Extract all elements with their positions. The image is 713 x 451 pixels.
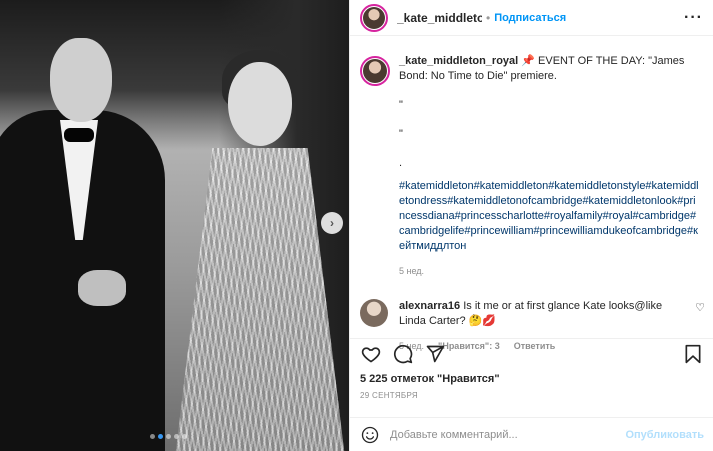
follow-button[interactable]: Подписаться (494, 12, 566, 24)
photo-man-hands (78, 270, 126, 306)
caption-username[interactable]: _kate_middleton_royal (399, 55, 518, 67)
commenter-username[interactable]: alexnarra16 (399, 300, 460, 312)
more-options-icon[interactable]: ··· (684, 9, 703, 27)
emoji-icon[interactable] (360, 425, 380, 445)
author-avatar[interactable] (360, 3, 388, 32)
comment-input[interactable] (390, 428, 620, 441)
commenter-avatar[interactable] (360, 299, 388, 327)
caption-line: . (399, 157, 403, 169)
pin-icon: 📌 (521, 55, 535, 67)
photo-woman-head (228, 62, 292, 146)
post-side-panel: _kate_middleton_ro • Подписаться ··· _ka… (349, 0, 713, 451)
heart-icon[interactable] (360, 343, 382, 365)
carousel-dot (174, 434, 179, 439)
carousel-dot (166, 434, 171, 439)
publish-button[interactable]: Опубликовать (625, 429, 704, 441)
post-caption: _kate_middleton_royal 📌 EVENT OF THE DAY… (350, 36, 713, 279)
caption-first-line: _kate_middleton_royal 📌 EVENT OF THE DAY… (399, 54, 699, 84)
photo-man-head (50, 38, 112, 122)
carousel-dot (182, 434, 187, 439)
bookmark-icon[interactable] (682, 343, 704, 365)
comment-like-heart-icon[interactable]: ♡ (695, 301, 705, 314)
caption-line: " (399, 99, 403, 111)
author-username[interactable]: _kate_middleton_ro (397, 11, 482, 25)
caption-hashtags[interactable]: #katemiddleton#katemiddleton#katemiddlet… (399, 179, 699, 254)
post-photo[interactable]: › (0, 0, 349, 451)
share-icon[interactable] (424, 343, 446, 365)
carousel-dot-active (158, 434, 163, 439)
caption-author-avatar[interactable] (360, 56, 390, 86)
add-comment-bar: Опубликовать (350, 417, 713, 451)
carousel-dot (150, 434, 155, 439)
header-separator: • (486, 10, 491, 25)
next-photo-arrow-icon[interactable]: › (321, 212, 343, 234)
comment-icon[interactable] (392, 343, 414, 365)
post-date[interactable]: 29 СЕНТЯБРЯ (360, 391, 418, 400)
comment-emojis: 🤔💋 (468, 315, 497, 327)
caption-line: " (399, 128, 403, 140)
likes-count[interactable]: 5 225 отметок "Нравится" (360, 373, 500, 385)
caption-timestamp[interactable]: 5 нед. (399, 264, 699, 279)
post-actions-bar (350, 338, 713, 368)
post-header: _kate_middleton_ro • Подписаться ··· (350, 0, 713, 36)
photo-man-bowtie (64, 128, 94, 142)
carousel-dots (150, 434, 187, 439)
